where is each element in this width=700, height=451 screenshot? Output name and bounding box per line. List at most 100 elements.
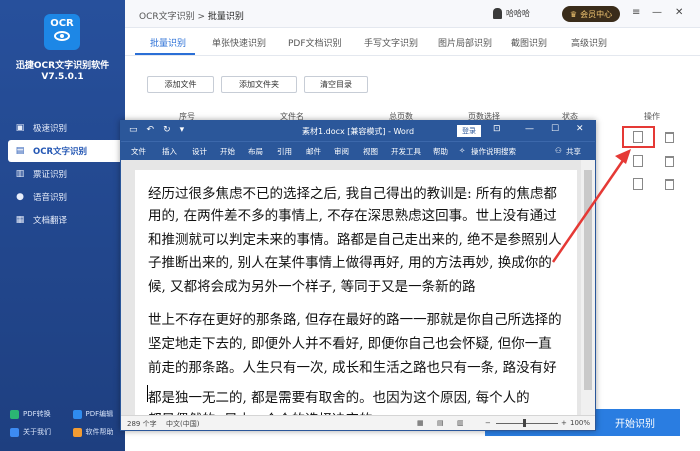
add-file-button[interactable]: 添加文件 xyxy=(147,76,214,93)
breadcrumb-root[interactable]: OCR文字识别 xyxy=(139,12,195,22)
scrollbar-thumb[interactable] xyxy=(584,170,592,390)
image-icon: ▣ xyxy=(15,123,25,133)
breadcrumb-current: 批量识别 xyxy=(207,12,244,22)
tab-single[interactable]: 单张快速识别 xyxy=(212,36,266,49)
redo-icon[interactable]: ↻ xyxy=(163,125,171,135)
ribbon-review[interactable]: 审阅 xyxy=(334,146,349,157)
zoom-out-icon[interactable]: − xyxy=(485,419,491,427)
word-titlebar: ▭ ↶ ↻ ▾ 素材1.docx [兼容模式] - Word 登录 ⊡ — ☐ … xyxy=(121,121,595,141)
username: 哈哈哈 xyxy=(506,9,530,18)
add-folder-button[interactable]: 添加文件夹 xyxy=(221,76,297,93)
app-name: 迅捷OCR文字识别软件 xyxy=(15,61,110,71)
pdf-convert-link[interactable]: PDF转换 xyxy=(0,409,63,419)
undo-icon[interactable]: ↶ xyxy=(147,125,155,135)
microphone-icon: ● xyxy=(16,192,24,202)
pdf-convert-icon xyxy=(10,409,19,419)
breadcrumb-sep: > xyxy=(197,12,206,22)
paragraph-line: 都是独一无二的, 都是需要有取舍的。也因为这个原因, 每个人的 xyxy=(148,390,530,406)
delete-icon[interactable] xyxy=(665,156,674,167)
paragraph-line: 和推测就可以判定未来的事情。路都是自己走出来的, 绝不是参照别人 xyxy=(148,232,562,248)
ticket-icon: ▥ xyxy=(15,169,25,179)
text-cursor xyxy=(147,385,148,402)
paragraph-line: 候, 又都将会成为另外一个样子, 等同于又是一条新的路 xyxy=(148,279,476,295)
ribbon-references[interactable]: 引用 xyxy=(277,146,292,157)
word-statusbar: 289 个字 中文(中国) ▦ ▤ ▥ − + 100% xyxy=(121,415,595,430)
paragraph-line: 世上不存在更好的那条路, 但存在最好的路一一那就是你自己所选择的 xyxy=(148,312,562,328)
customize-icon[interactable]: ▾ xyxy=(180,125,185,135)
ribbon-insert[interactable]: 插入 xyxy=(162,146,177,157)
sidebar-item-label: 语音识别 xyxy=(33,193,68,203)
tab-pdf[interactable]: PDF文档识别 xyxy=(288,36,342,49)
open-document-icon[interactable] xyxy=(633,155,643,167)
eye-icon xyxy=(54,31,70,41)
pdf-edit-link[interactable]: PDF编辑 xyxy=(63,409,126,419)
ribbon-display-icon[interactable]: ⊡ xyxy=(493,124,501,134)
word-page[interactable]: 经历过很多焦虑不已的选择之后, 我自己得出的教训是: 所有的焦虑都 用的, 在两… xyxy=(135,170,577,417)
about-link[interactable]: 关于我们 xyxy=(0,427,63,437)
pdf-edit-icon xyxy=(72,409,82,419)
language-status[interactable]: 中文(中国) xyxy=(166,419,199,429)
paragraph-line: 经历过很多焦虑不已的选择之后, 我自己得出的教训是: 所有的焦虑都 xyxy=(148,186,557,202)
word-login-button[interactable]: 登录 xyxy=(457,125,481,137)
delete-icon[interactable] xyxy=(665,179,674,190)
vertical-scrollbar[interactable] xyxy=(581,160,595,417)
word-close-icon[interactable]: ✕ xyxy=(576,124,584,134)
ocr-icon: ▤ xyxy=(15,146,25,156)
sidebar-item-label: 极速识别 xyxy=(33,124,68,134)
sidebar-item-ocr[interactable]: ▤ OCR文字识别 xyxy=(8,140,125,162)
start-recognition-button[interactable]: 开始识别 xyxy=(590,409,680,436)
word-maximize-icon[interactable]: ☐ xyxy=(551,124,559,134)
sidebar-item-label: 票证识别 xyxy=(33,170,68,180)
close-icon[interactable]: ✕ xyxy=(675,7,683,18)
user-info[interactable]: 哈哈哈 xyxy=(493,8,530,19)
ribbon-file[interactable]: 文件 xyxy=(131,146,146,157)
tab-advanced[interactable]: 高级识别 xyxy=(571,36,607,49)
sidebar-item-voice[interactable]: ● 语音识别 xyxy=(0,186,125,208)
zoom-in-icon[interactable]: + xyxy=(561,419,567,427)
sidebar: OCR 迅捷OCR文字识别软件 V7.5.0.1 ▣ 极速识别 ▤ OCR文字识… xyxy=(0,0,125,451)
ribbon-share[interactable]: 共享 xyxy=(566,146,581,157)
ribbon-design[interactable]: 设计 xyxy=(192,146,207,157)
sidebar-item-label: OCR文字识别 xyxy=(33,147,88,157)
word-window[interactable]: ▭ ↶ ↻ ▾ 素材1.docx [兼容模式] - Word 登录 ⊡ — ☐ … xyxy=(120,120,596,431)
tab-batch[interactable]: 批量识别 xyxy=(150,36,186,49)
menu-icon[interactable]: ≡ xyxy=(632,7,640,18)
open-document-icon[interactable] xyxy=(633,178,643,190)
web-layout-icon[interactable]: ▥ xyxy=(457,419,464,427)
logo-text: OCR xyxy=(50,18,74,29)
help-link[interactable]: 软件帮助 xyxy=(63,427,126,437)
tab-screenshot[interactable]: 截图识别 xyxy=(511,36,547,49)
clear-list-button[interactable]: 清空目录 xyxy=(304,76,368,93)
word-minimize-icon[interactable]: — xyxy=(525,124,534,134)
footer-tools: PDF转换 PDF编辑 关于我们 软件帮助 xyxy=(0,405,125,441)
share-icon: ⚇ xyxy=(555,146,562,155)
zoom-slider[interactable] xyxy=(496,423,558,424)
ribbon-mailings[interactable]: 邮件 xyxy=(306,146,321,157)
word-count[interactable]: 289 个字 xyxy=(127,419,157,429)
zoom-slider-knob[interactable] xyxy=(523,419,526,427)
print-layout-icon[interactable]: ▤ xyxy=(437,419,444,427)
zoom-level[interactable]: 100% xyxy=(570,419,590,427)
help-icon xyxy=(72,427,82,437)
ribbon-developer[interactable]: 开发工具 xyxy=(391,146,421,157)
ribbon-search[interactable]: 操作说明搜索 xyxy=(471,146,516,157)
vip-center-button[interactable]: ♛ 会员中心 xyxy=(562,6,620,22)
ribbon-view[interactable]: 视图 xyxy=(363,146,378,157)
tab-handwriting[interactable]: 手写文字识别 xyxy=(364,36,418,49)
sidebar-item-ticket[interactable]: ▥ 票证识别 xyxy=(0,163,125,185)
minimize-icon[interactable]: — xyxy=(652,7,662,18)
delete-icon[interactable] xyxy=(665,132,674,143)
word-document-area: 经历过很多焦虑不已的选择之后, 我自己得出的教训是: 所有的焦虑都 用的, 在两… xyxy=(121,160,595,417)
info-icon xyxy=(10,427,19,437)
read-mode-icon[interactable]: ▦ xyxy=(417,419,424,427)
app-version: V7.5.0.1 xyxy=(41,72,84,82)
ribbon-home[interactable]: 开始 xyxy=(220,146,235,157)
tab-region[interactable]: 图片局部识别 xyxy=(438,36,492,49)
sidebar-item-translate[interactable]: ▦ 文档翻译 xyxy=(0,209,125,231)
save-icon[interactable]: ▭ xyxy=(129,125,138,135)
ribbon-help[interactable]: 帮助 xyxy=(433,146,448,157)
user-avatar-icon xyxy=(493,8,502,19)
ribbon-layout[interactable]: 布局 xyxy=(248,146,263,157)
paragraph-line: 坚定地走下去的, 即便外人并不看好, 即便你自己也会怀疑, 但你一直 xyxy=(148,336,552,352)
sidebar-item-fast[interactable]: ▣ 极速识别 xyxy=(0,117,125,139)
